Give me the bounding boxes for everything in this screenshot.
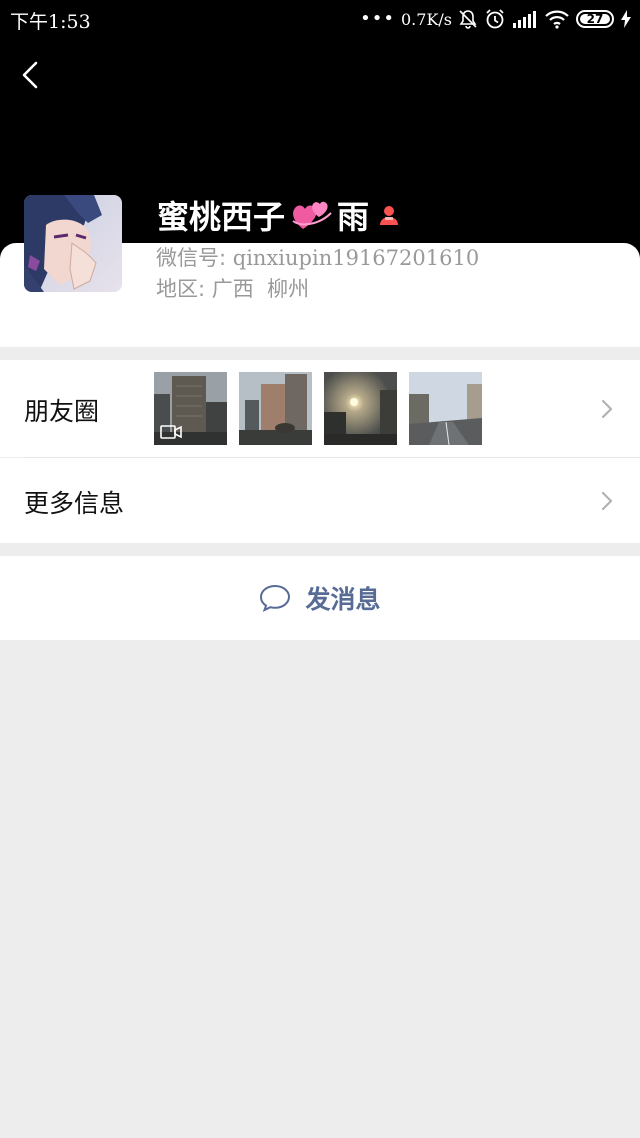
region: 地区: 广西 柳州 [156,273,309,303]
nickname: 蜜桃西子 雨 [157,192,401,238]
wifi-icon [545,10,569,29]
battery-level: 27 [586,12,604,26]
moment-thumbnail [409,372,482,445]
moments-label: 朋友圈 [24,397,100,426]
moments-thumbnails [154,372,482,445]
back-arrow-icon[interactable] [16,58,46,92]
status-icons: ••• 0.7K/s 27 [360,6,632,32]
wechat-id-label: 微信号: [156,246,227,270]
chat-bubble-icon [260,584,291,612]
mute-bell-icon [459,10,477,29]
nickname-text-1: 蜜桃西子 [157,198,286,236]
chevron-right-icon [601,399,613,419]
more-info-row[interactable]: 更多信息 [0,458,640,543]
signal-icon [513,11,536,28]
battery-icon: 27 [576,10,614,28]
status-time: 下午1:53 [10,11,91,33]
status-bar: 下午1:53 ••• 0.7K/s 27 [0,0,640,38]
network-speed: 0.7K/s [401,9,452,29]
moments-row[interactable]: 朋友圈 [0,360,640,457]
avatar[interactable] [24,195,122,292]
send-message-label: 发消息 [305,585,381,614]
charging-icon [621,10,631,28]
moment-thumbnail [154,372,227,445]
video-icon [160,425,182,439]
chevron-right-icon [601,491,613,511]
moment-thumbnail [239,372,312,445]
moment-thumbnail [324,372,397,445]
alarm-icon [486,9,504,29]
more-info-label: 更多信息 [24,489,125,518]
female-icon [380,206,399,225]
two-hearts-emoji [292,201,332,229]
wechat-id-value: qinxiupin19167201610 [232,246,480,270]
nickname-text-2: 雨 [337,198,370,236]
wechat-id: 微信号: qinxiupin19167201610 [156,242,479,272]
send-message-button[interactable]: 发消息 [0,556,640,640]
region-label: 地区: [156,277,206,301]
region-value: 广西 柳州 [211,277,310,301]
more-dots-icon: ••• [360,8,395,29]
